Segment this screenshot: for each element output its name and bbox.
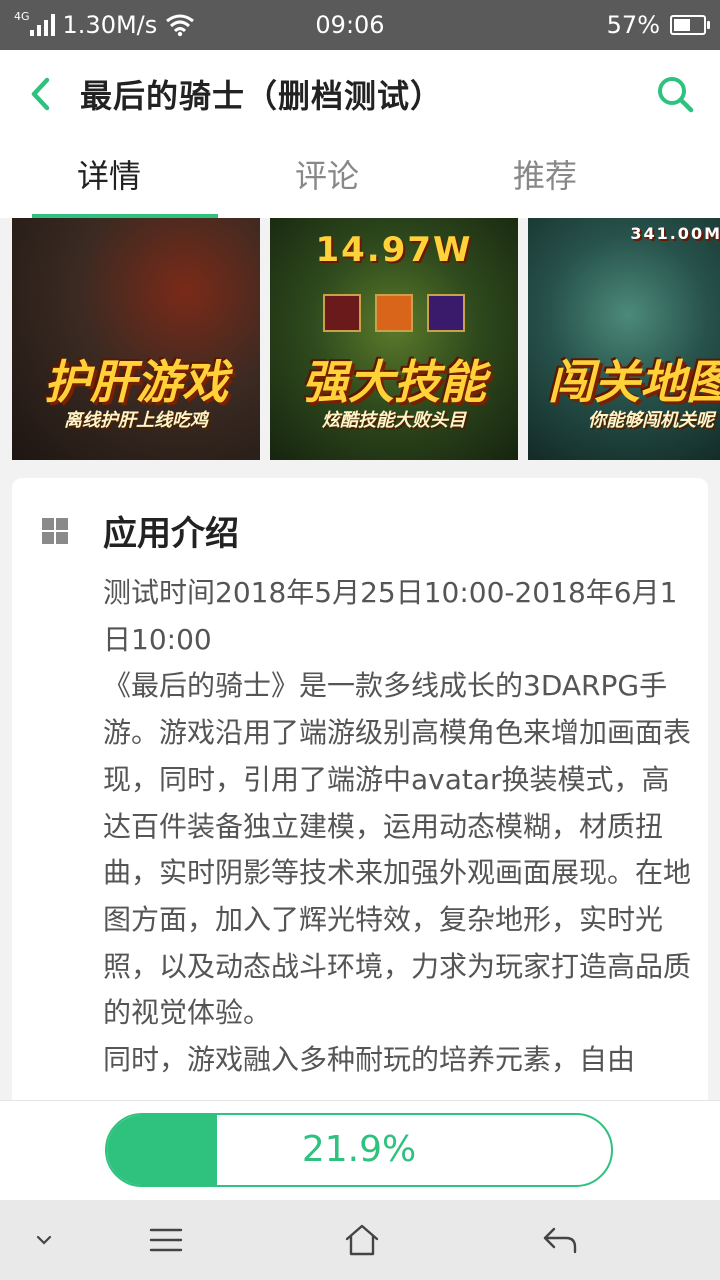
network-type: 4G [14, 9, 30, 23]
network-speed: 1.30M/s [62, 11, 158, 39]
screenshot-subcaption: 炫酷技能大败头目 [322, 410, 466, 431]
screenshot-damage-text: 341.00M [630, 224, 720, 243]
intro-title: 应用介绍 [103, 514, 239, 554]
chevron-down-icon [36, 1235, 52, 1245]
system-nav-bar [0, 1200, 720, 1280]
tab-comments[interactable]: 评论 [218, 138, 436, 218]
status-bar: 4G 1.30M/s 09:06 57% [0, 0, 720, 50]
app-header: 最后的骑士（删档测试） 详情 评论 推荐 [0, 50, 720, 218]
grid-icon [42, 518, 68, 544]
search-icon [658, 77, 694, 113]
battery-percent: 57% [606, 11, 660, 39]
back-arrow-icon [543, 1227, 577, 1254]
wifi-icon [166, 14, 195, 37]
skill-icons [270, 294, 518, 332]
tab-bar: 详情 评论 推荐 [0, 138, 720, 218]
status-left: 4G 1.30M/s [14, 9, 254, 39]
screenshot-subcaption: 离线护肝上线吃鸡 [64, 410, 208, 431]
intro-paragraph: 《最后的骑士》是一款多线成长的3DARPG手游。游戏沿用了端游级别高模角色来增加… [103, 669, 692, 1030]
back-button[interactable] [0, 50, 80, 138]
skill-icon [323, 294, 361, 332]
screenshot-damage-text: 14.97W [315, 230, 473, 270]
screenshot-3[interactable]: 341.00M 闯关地图 你能够闯机关呢 [528, 218, 720, 460]
skill-icon [427, 294, 465, 332]
download-bar: 21.9% [0, 1100, 720, 1200]
page-title: 最后的骑士（删档测试） [80, 77, 444, 115]
screenshot-2[interactable]: 14.97W 强大技能 炫酷技能大败头目 [270, 218, 518, 460]
home-icon [345, 1224, 379, 1256]
title-row: 最后的骑士（删档测试） [0, 50, 720, 138]
download-progress-button[interactable]: 21.9% [105, 1113, 613, 1187]
screenshot-1[interactable]: 护肝游戏 离线护肝上线吃鸡 [12, 218, 260, 460]
menu-icon [149, 1228, 183, 1252]
menu-button[interactable] [116, 1200, 216, 1280]
chevron-left-icon [31, 77, 50, 111]
screenshot-caption: 护肝游戏 [44, 355, 228, 409]
collapse-button[interactable] [0, 1200, 94, 1280]
tab-recommend[interactable]: 推荐 [436, 138, 654, 218]
progress-text: 21.9% [301, 1129, 417, 1170]
screenshot-caption: 闯关地图 [548, 355, 720, 409]
search-button[interactable] [630, 50, 720, 138]
home-button[interactable] [312, 1200, 412, 1280]
screenshot-caption: 强大技能 [302, 355, 486, 409]
intro-paragraph: 测试时间2018年5月25日10:00-2018年6月1日10:00 [103, 576, 678, 656]
signal-icon [29, 14, 55, 36]
battery-fill [674, 19, 690, 31]
back-nav-button[interactable] [510, 1200, 610, 1280]
screenshot-subcaption: 你能够闯机关呢 [588, 410, 714, 431]
screenshot-carousel[interactable]: 护肝游戏 离线护肝上线吃鸡 14.97W 强大技能 炫酷技能大败头目 341.0… [0, 218, 720, 462]
intro-body: 测试时间2018年5月25日10:00-2018年6月1日10:00 《最后的骑… [103, 570, 693, 1084]
intro-paragraph: 同时，游戏融入多种耐玩的培养元素，自由 [103, 1043, 636, 1077]
intro-card: 应用介绍 测试时间2018年5月25日10:00-2018年6月1日10:00 … [12, 478, 708, 1118]
skill-icon [375, 294, 413, 332]
battery-icon [670, 15, 710, 35]
status-right: 57% [466, 11, 710, 39]
status-time: 09:06 [315, 11, 385, 39]
tab-details[interactable]: 详情 [0, 138, 218, 218]
